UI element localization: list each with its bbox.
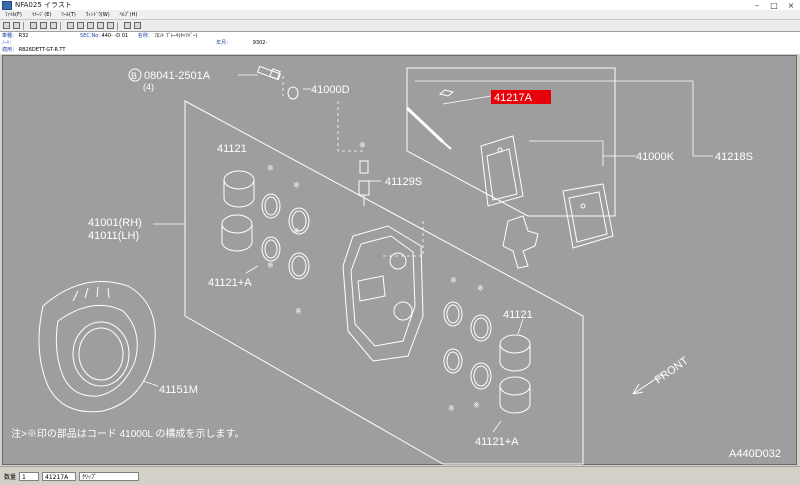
diagram-canvas[interactable]: B 08041-2501A (4) 41000D 41217A 41000K 4… (2, 55, 797, 465)
bolt-label: 08041-2501A (144, 70, 211, 82)
print-icon[interactable] (13, 22, 20, 29)
asterisk-mark: ※ (359, 141, 366, 150)
toolbar-separator (117, 21, 118, 30)
bolt-prefix-label: B (131, 71, 137, 81)
fit-icon[interactable] (50, 22, 57, 29)
label-group: B 08041-2501A (4) 41000D 41217A 41000K 4… (11, 68, 781, 460)
asterisk-mark: ※ (295, 307, 302, 316)
settings-icon[interactable] (67, 22, 74, 29)
window-title: NFA025 イラスト (15, 1, 72, 9)
copy-icon[interactable] (40, 22, 47, 29)
seal-left-label: 41121+A (208, 277, 252, 289)
piston-right-label: 41121 (503, 309, 533, 321)
menu-window[interactable]: ｳｨﾝﾄﾞｳ(W) (81, 11, 115, 18)
bolt-part (256, 65, 282, 81)
name-label: 名称： (137, 33, 153, 39)
bounding-panels (184, 67, 616, 465)
asterisk-mark: ※ (293, 181, 300, 190)
shield-label: 41151M (159, 384, 198, 396)
info-line-3: 適用： RB26DETT-GT-R.TT (2, 47, 65, 54)
bolt-qty-label: (4) (143, 82, 154, 92)
seal-right-label: 41121+A (475, 436, 519, 448)
info-line-2: ﾉｰﾄ： 年月： 9302- (2, 40, 267, 47)
exit-icon[interactable] (3, 22, 10, 29)
part-name-field[interactable]: ｸﾘｯﾌﾟ (79, 471, 140, 481)
piston-set-right (499, 334, 531, 414)
body-lh-label: 41011(LH) (88, 230, 139, 242)
front-label: FRONT (653, 355, 691, 387)
highlight-label[interactable]: 41217A (494, 92, 533, 104)
note-text: 注>※印の部品はコード 41000L の構成を示します。 (11, 427, 244, 440)
date-label: 年月： (216, 40, 232, 46)
asterisk-mark: ※ (477, 284, 484, 293)
illustration-id: A440D032 (729, 448, 781, 460)
applic-value: RB26DETT-GT-R.TT (18, 47, 66, 53)
model-label: 車種： (2, 33, 18, 39)
help-icon[interactable] (134, 22, 141, 29)
toolbar (0, 20, 800, 32)
dust-shield (38, 281, 156, 413)
note-label: ﾉｰﾄ： (2, 40, 15, 46)
cap-part (287, 86, 299, 100)
info-line-1: 車種： R32 SEC.No: 440- -D 01 名称： ﾌﾛﾝﾄ ﾌﾞﾚｰ… (2, 33, 197, 40)
caliper-body (342, 225, 424, 362)
app-icon (2, 0, 12, 10)
toolbar-separator (60, 21, 61, 30)
menu-help[interactable]: ﾍﾙﾌﾟ(H) (115, 11, 143, 18)
grid-icon[interactable] (87, 22, 94, 29)
right-arrow-icon[interactable] (107, 22, 114, 29)
asterisk-mark: ※ (267, 164, 274, 173)
menu-file[interactable]: ﾌｧｲﾙ(F) (0, 11, 27, 18)
sec-value: 440- -D 01 (101, 33, 129, 39)
toolbar-separator (23, 21, 24, 30)
menu-tools[interactable]: ﾂｰﾙ(T) (56, 11, 80, 18)
part-number-field[interactable]: 41217A (42, 471, 77, 481)
list-icon[interactable] (124, 22, 131, 29)
sec-label: SEC.No: (80, 33, 100, 39)
window-controls: – □ × (747, 0, 798, 10)
model-value: R32 (18, 33, 29, 39)
piston-top-label: 41121 (217, 143, 247, 155)
menu-image[interactable]: ｲﾒｰｼﾞ(E) (27, 11, 57, 18)
brake-pad-front (480, 135, 524, 207)
body-rh-label: 41001(RH) (88, 217, 142, 229)
caliper-set-label: 41218S (715, 151, 753, 163)
piston-set-left (221, 170, 255, 252)
menu-bar: ﾌｧｲﾙ(F) ｲﾒｰｼﾞ(E) ﾂｰﾙ(T) ｳｨﾝﾄﾞｳ(W) ﾍﾙﾌﾟ(H… (0, 10, 800, 20)
asterisk-mark: ※ (473, 401, 480, 410)
date-value: 9302- (252, 40, 268, 46)
zoom-icon[interactable] (77, 22, 84, 29)
asterisk-mark: ※ (448, 404, 455, 413)
bleeder-label: 41129S (385, 176, 422, 188)
asterisk-mark: ※ (267, 261, 274, 270)
asterisk-mark: ※ (450, 276, 457, 285)
info-panel: 車種： R32 SEC.No: 440- -D 01 名称： ﾌﾛﾝﾄ ﾌﾞﾚｰ… (0, 32, 800, 54)
cap-label: 41000D (311, 84, 350, 96)
qty-label: 数量 (4, 473, 17, 481)
exploded-view: B 08041-2501A (4) 41000D 41217A 41000K 4… (11, 65, 781, 465)
pin-part (405, 106, 452, 150)
qty-field[interactable]: 1 (19, 471, 40, 481)
asterisk-mark: ※ (293, 227, 300, 236)
left-arrow-icon[interactable] (97, 22, 104, 29)
page-icon[interactable] (30, 22, 37, 29)
maximize-button[interactable]: □ (767, 1, 781, 10)
caliper-assy-label: 41000K (636, 151, 675, 163)
applic-label: 適用： (2, 47, 18, 53)
name-value: ﾌﾛﾝﾄ ﾌﾞﾚｰｷ(ｷｬﾘﾊﾟｰ) (154, 33, 198, 39)
seal-rings-right (443, 301, 492, 390)
close-button[interactable]: × (784, 1, 798, 10)
anti-rattle-spring (502, 215, 539, 269)
minimize-button[interactable]: – (750, 1, 764, 10)
clip-part (438, 89, 455, 97)
status-bar: 数量 1 41217A ｸﾘｯﾌﾟ (0, 466, 800, 485)
